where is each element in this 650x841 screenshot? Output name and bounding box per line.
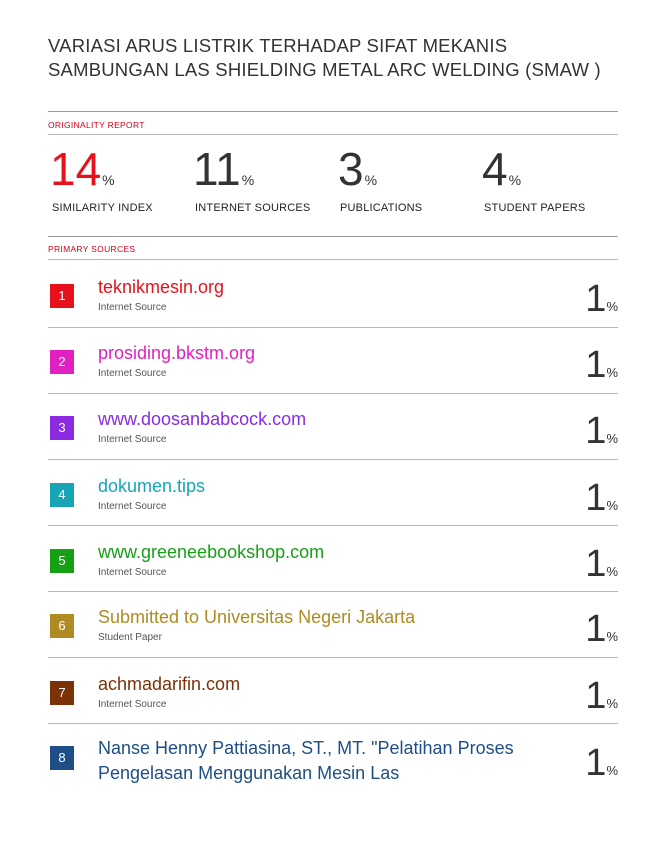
source-name[interactable]: www.doosanbabcock.com — [98, 408, 538, 430]
score-unit: % — [606, 498, 618, 513]
source-score: 1% — [585, 280, 618, 318]
source-rank-badge: 8 — [50, 746, 74, 770]
source-row-1[interactable]: 1 teknikmesin.org Internet Source 1% — [48, 262, 618, 326]
source-row-7[interactable]: 7 achmadarifin.com Internet Source 1% — [48, 659, 618, 723]
source-name[interactable]: Nanse Henny Pattiasina, ST., MT. "Pelati… — [98, 736, 528, 786]
source-type: Internet Source — [98, 302, 167, 313]
stat-internet-sources: 11% INTERNET SOURCES — [193, 143, 310, 214]
score-value: 1 — [585, 742, 607, 784]
divider — [48, 723, 618, 724]
divider — [48, 134, 618, 135]
stat-student-papers: 4% STUDENT PAPERS — [482, 143, 585, 214]
score-value: 1 — [585, 608, 607, 650]
source-rank-badge: 2 — [50, 350, 74, 374]
score-unit: % — [606, 696, 618, 711]
score-unit: % — [606, 564, 618, 579]
originality-report-label: ORIGINALITY REPORT — [48, 120, 145, 130]
stat-similarity-index: 14% SIMILARITY INDEX — [50, 143, 153, 214]
source-name[interactable]: www.greeneebookshop.com — [98, 541, 538, 563]
source-rank-badge: 5 — [50, 549, 74, 573]
document-title: VARIASI ARUS LISTRIK TERHADAP SIFAT MEKA… — [48, 35, 601, 80]
divider — [48, 236, 618, 237]
source-name[interactable]: teknikmesin.org — [98, 276, 538, 298]
stat-publications: 3% PUBLICATIONS — [338, 143, 422, 214]
divider — [48, 657, 618, 658]
source-row-2[interactable]: 2 prosiding.bkstm.org Internet Source 1% — [48, 328, 618, 392]
source-rank-badge: 3 — [50, 416, 74, 440]
stat-label: STUDENT PAPERS — [484, 202, 586, 214]
source-rank-badge: 7 — [50, 681, 74, 705]
source-name[interactable]: achmadarifin.com — [98, 673, 538, 695]
source-type: Internet Source — [98, 567, 167, 578]
source-name[interactable]: prosiding.bkstm.org — [98, 342, 538, 364]
source-rank-badge: 1 — [50, 284, 74, 308]
score-unit: % — [606, 299, 618, 314]
divider — [48, 525, 618, 526]
stat-value: 14 — [50, 143, 102, 195]
primary-sources-label: PRIMARY SOURCES — [48, 244, 136, 254]
source-name[interactable]: dokumen.tips — [98, 475, 538, 497]
source-name[interactable]: Submitted to Universitas Negeri Jakarta — [98, 606, 538, 628]
stat-unit: % — [508, 172, 522, 188]
source-score: 1% — [585, 744, 618, 782]
divider — [48, 111, 618, 112]
score-value: 1 — [585, 344, 607, 386]
stat-unit: % — [364, 172, 378, 188]
source-rank-badge: 4 — [50, 483, 74, 507]
stat-unit: % — [102, 172, 115, 188]
source-score: 1% — [585, 545, 618, 583]
stat-label: SIMILARITY INDEX — [52, 202, 153, 214]
score-value: 1 — [585, 278, 607, 320]
score-value: 1 — [585, 477, 607, 519]
source-row-3[interactable]: 3 www.doosanbabcock.com Internet Source … — [48, 394, 618, 458]
stat-label: PUBLICATIONS — [340, 202, 423, 214]
source-row-4[interactable]: 4 dokumen.tips Internet Source 1% — [48, 461, 618, 525]
source-row-8[interactable]: 8 Nanse Henny Pattiasina, ST., MT. "Pela… — [48, 726, 618, 796]
divider — [48, 259, 618, 260]
score-unit: % — [606, 629, 618, 644]
score-value: 1 — [585, 675, 607, 717]
source-type: Internet Source — [98, 501, 167, 512]
source-type: Internet Source — [98, 434, 167, 445]
score-unit: % — [606, 365, 618, 380]
score-unit: % — [606, 431, 618, 446]
score-value: 1 — [585, 543, 607, 585]
source-score: 1% — [585, 346, 618, 384]
source-score: 1% — [585, 479, 618, 517]
score-unit: % — [606, 763, 618, 778]
source-score: 1% — [585, 610, 618, 648]
score-value: 1 — [585, 410, 607, 452]
source-type: Internet Source — [98, 699, 167, 710]
source-score: 1% — [585, 677, 618, 715]
source-row-5[interactable]: 5 www.greeneebookshop.com Internet Sourc… — [48, 527, 618, 591]
stat-value: 11 — [193, 143, 241, 195]
source-type: Internet Source — [98, 368, 167, 379]
stat-label: INTERNET SOURCES — [195, 202, 311, 214]
stat-value: 3 — [338, 143, 364, 195]
stat-unit: % — [241, 172, 255, 188]
divider — [48, 459, 618, 460]
stat-value: 4 — [482, 143, 508, 195]
source-type: Student Paper — [98, 632, 162, 643]
source-rank-badge: 6 — [50, 614, 74, 638]
source-row-6[interactable]: 6 Submitted to Universitas Negeri Jakart… — [48, 592, 618, 656]
source-score: 1% — [585, 412, 618, 450]
